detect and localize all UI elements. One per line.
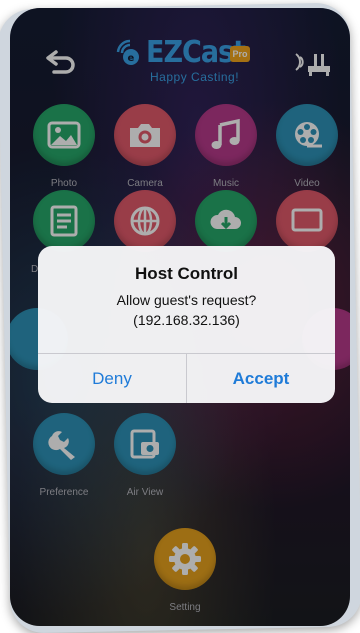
dialog-title: Host Control — [135, 264, 238, 283]
dialog-message: Allow guest's request? (192.168.32.136) — [38, 290, 335, 330]
deny-button[interactable]: Deny — [38, 354, 186, 403]
host-control-dialog: Host Control Allow guest's request? (192… — [38, 246, 335, 403]
dialog-question: Allow guest's request? — [116, 292, 257, 308]
app-screen: e EZCast Pro Happy Casting! Photo Camera… — [10, 8, 350, 626]
accept-button[interactable]: Accept — [187, 354, 335, 403]
dialog-ip: (192.168.32.136) — [133, 312, 240, 328]
